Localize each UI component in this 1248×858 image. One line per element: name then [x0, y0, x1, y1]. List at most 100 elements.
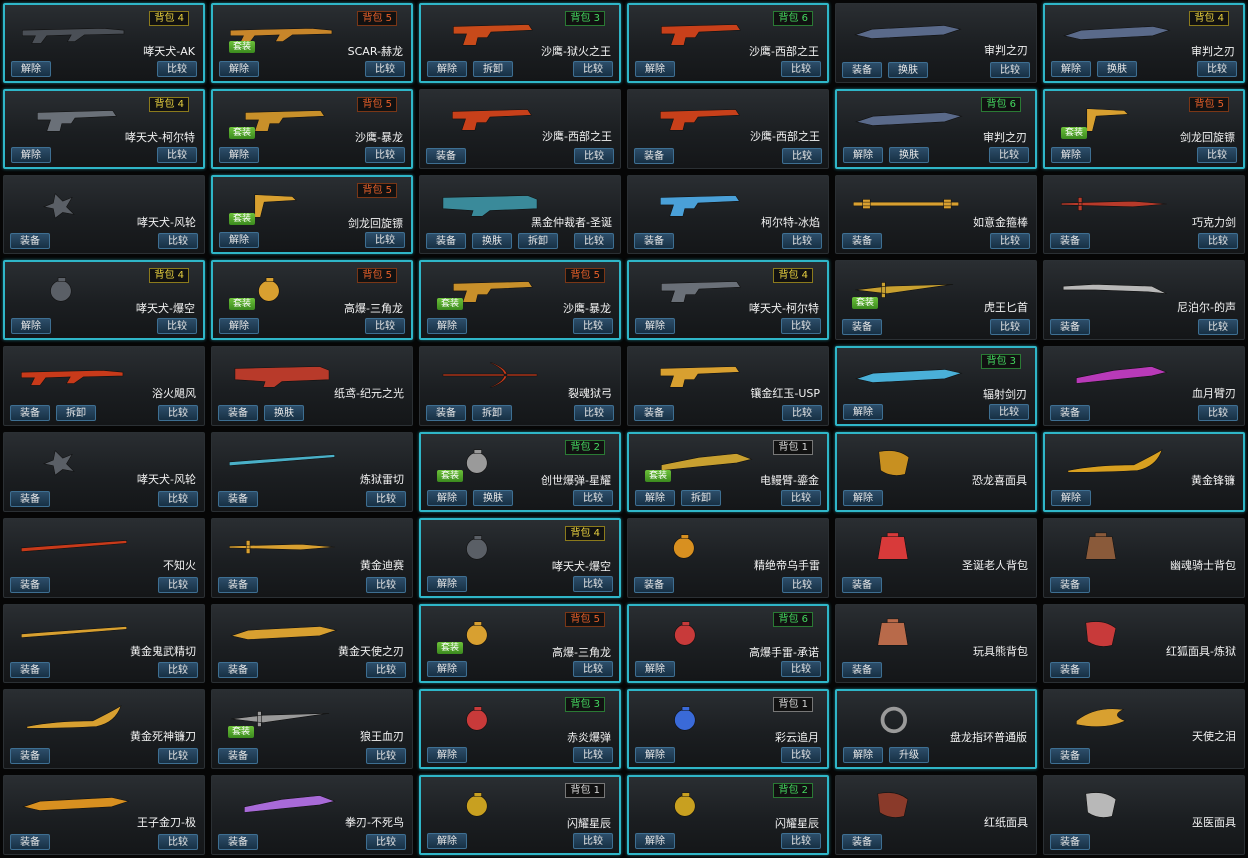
- unequip-button[interactable]: 解除: [427, 661, 467, 678]
- equip-button[interactable]: 装备: [1050, 404, 1090, 421]
- item-card[interactable]: 背包 6 高爆手雷-承诺 解除 比较: [627, 603, 829, 684]
- compare-button[interactable]: 比较: [573, 318, 613, 335]
- item-card[interactable]: 黄金鬼武精切 装备 比较: [3, 603, 205, 684]
- equip-button[interactable]: 装备: [842, 61, 882, 78]
- compare-button[interactable]: 比较: [574, 404, 614, 421]
- compare-button[interactable]: 比较: [989, 146, 1029, 163]
- compare-button[interactable]: 比较: [782, 147, 822, 164]
- compare-button[interactable]: 比较: [366, 576, 406, 593]
- compare-button[interactable]: 比较: [573, 575, 613, 592]
- compare-button[interactable]: 比较: [366, 748, 406, 765]
- compare-button[interactable]: 比较: [573, 747, 613, 764]
- unequip-button[interactable]: 解除: [843, 146, 883, 163]
- unequip-button[interactable]: 解除: [427, 747, 467, 764]
- equip-button[interactable]: 装备: [634, 233, 674, 250]
- item-card[interactable]: 恐龙喜面具 解除: [835, 431, 1037, 512]
- equip-button[interactable]: 装备: [218, 748, 258, 765]
- item-card[interactable]: 尼泊尔-的声 装备 比较: [1043, 260, 1245, 341]
- item-card[interactable]: 背包 4 哮天犬-爆空 解除 比较: [419, 517, 621, 598]
- item-card[interactable]: 柯尔特-冰焰 装备 比较: [627, 174, 829, 255]
- equip-button[interactable]: 装备: [10, 833, 50, 850]
- compare-button[interactable]: 比较: [158, 662, 198, 679]
- unequip-button[interactable]: 解除: [635, 318, 675, 335]
- equip-button[interactable]: 装备: [634, 404, 674, 421]
- compare-button[interactable]: 比较: [573, 489, 613, 506]
- unequip-button[interactable]: 解除: [11, 146, 51, 163]
- compare-button[interactable]: 比较: [157, 60, 197, 77]
- item-card[interactable]: 王子金刀-极 装备 比较: [3, 775, 205, 855]
- equip-button[interactable]: 装备: [426, 404, 466, 421]
- compare-button[interactable]: 比较: [158, 833, 198, 850]
- item-card[interactable]: 巧克力剑 装备 比较: [1043, 174, 1245, 255]
- reskin-button[interactable]: 换肤: [264, 404, 304, 421]
- equip-button[interactable]: 装备: [842, 319, 882, 336]
- item-card[interactable]: 背包 1 闪耀星辰 解除 比较: [419, 775, 621, 855]
- item-card[interactable]: 沙鹰-西部之王 装备 比较: [419, 88, 621, 169]
- item-card[interactable]: 背包 5 套装 SCAR-赫龙 解除 比较: [211, 3, 413, 83]
- compare-button[interactable]: 比较: [365, 146, 405, 163]
- equip-button[interactable]: 装备: [218, 662, 258, 679]
- compare-button[interactable]: 比较: [365, 318, 405, 335]
- item-card[interactable]: 背包 1 彩云追月 解除 比较: [627, 689, 829, 770]
- unequip-button[interactable]: 解除: [219, 318, 259, 335]
- reskin-button[interactable]: 换肤: [472, 233, 512, 250]
- dismantle-button[interactable]: 拆卸: [473, 60, 513, 77]
- equip-button[interactable]: 装备: [842, 233, 882, 250]
- item-card[interactable]: 黄金死神镰刀 装备 比较: [3, 689, 205, 770]
- compare-button[interactable]: 比较: [1197, 146, 1237, 163]
- unequip-button[interactable]: 解除: [635, 60, 675, 77]
- compare-button[interactable]: 比较: [574, 147, 614, 164]
- item-card[interactable]: 背包 2 闪耀星辰 解除 比较: [627, 775, 829, 855]
- compare-button[interactable]: 比较: [781, 661, 821, 678]
- compare-button[interactable]: 比较: [366, 490, 406, 507]
- equip-button[interactable]: 装备: [10, 490, 50, 507]
- unequip-button[interactable]: 解除: [635, 489, 675, 506]
- item-card[interactable]: 巫医面具 装备: [1043, 775, 1245, 855]
- compare-button[interactable]: 比较: [782, 576, 822, 593]
- item-card[interactable]: 背包 6 沙鹰-西部之王 解除 比较: [627, 3, 829, 83]
- item-card[interactable]: 幽魂骑士背包 装备: [1043, 517, 1245, 598]
- item-card[interactable]: 黑金仲裁者-圣诞 装备 换肤 拆卸 比较: [419, 174, 621, 255]
- compare-button[interactable]: 比较: [365, 232, 405, 249]
- item-card[interactable]: 圣诞老人背包 装备: [835, 517, 1037, 598]
- compare-button[interactable]: 比较: [781, 489, 821, 506]
- equip-button[interactable]: 装备: [426, 147, 466, 164]
- item-card[interactable]: 不知火 装备 比较: [3, 517, 205, 598]
- item-card[interactable]: 哮天犬-风轮 装备 比较: [3, 174, 205, 255]
- compare-button[interactable]: 比较: [573, 832, 613, 849]
- dismantle-button[interactable]: 拆卸: [56, 404, 96, 421]
- compare-button[interactable]: 比较: [781, 60, 821, 77]
- dismantle-button[interactable]: 拆卸: [472, 404, 512, 421]
- unequip-button[interactable]: 解除: [427, 60, 467, 77]
- unequip-button[interactable]: 解除: [1051, 60, 1091, 77]
- compare-button[interactable]: 比较: [1198, 233, 1238, 250]
- equip-button[interactable]: 装备: [218, 490, 258, 507]
- equip-button[interactable]: 装备: [218, 833, 258, 850]
- item-card[interactable]: 沙鹰-西部之王 装备 比较: [627, 88, 829, 169]
- equip-button[interactable]: 装备: [1050, 319, 1090, 336]
- unequip-button[interactable]: 解除: [635, 661, 675, 678]
- equip-button[interactable]: 装备: [10, 662, 50, 679]
- equip-button[interactable]: 装备: [10, 404, 50, 421]
- unequip-button[interactable]: 解除: [219, 146, 259, 163]
- equip-button[interactable]: 装备: [1050, 233, 1090, 250]
- item-card[interactable]: 背包 5 套装 剑龙回旋镖 解除 比较: [211, 174, 413, 255]
- equip-button[interactable]: 装备: [1050, 833, 1090, 850]
- compare-button[interactable]: 比较: [1197, 60, 1237, 77]
- equip-button[interactable]: 装备: [842, 833, 882, 850]
- compare-button[interactable]: 比较: [366, 833, 406, 850]
- item-card[interactable]: 浴火飓风 装备 拆卸 比较: [3, 346, 205, 426]
- compare-button[interactable]: 比较: [366, 662, 406, 679]
- item-card[interactable]: 背包 3 辐射剑刃 解除 比较: [835, 346, 1037, 426]
- item-card[interactable]: 背包 4 哮天犬-爆空 解除 比较: [3, 260, 205, 341]
- item-card[interactable]: 炼狱雷切 装备 比较: [211, 431, 413, 512]
- unequip-button[interactable]: 解除: [843, 403, 883, 420]
- compare-button[interactable]: 比较: [990, 61, 1030, 78]
- equip-button[interactable]: 装备: [1050, 662, 1090, 679]
- item-card[interactable]: 盘龙指环普通版 解除 升级: [835, 689, 1037, 770]
- unequip-button[interactable]: 解除: [843, 489, 883, 506]
- item-card[interactable]: 背包 2 套装 创世爆弹-星耀 解除 换肤 比较: [419, 431, 621, 512]
- unequip-button[interactable]: 解除: [219, 232, 259, 249]
- compare-button[interactable]: 比较: [158, 490, 198, 507]
- item-card[interactable]: 背包 4 哮天犬-柯尔特 解除 比较: [3, 88, 205, 169]
